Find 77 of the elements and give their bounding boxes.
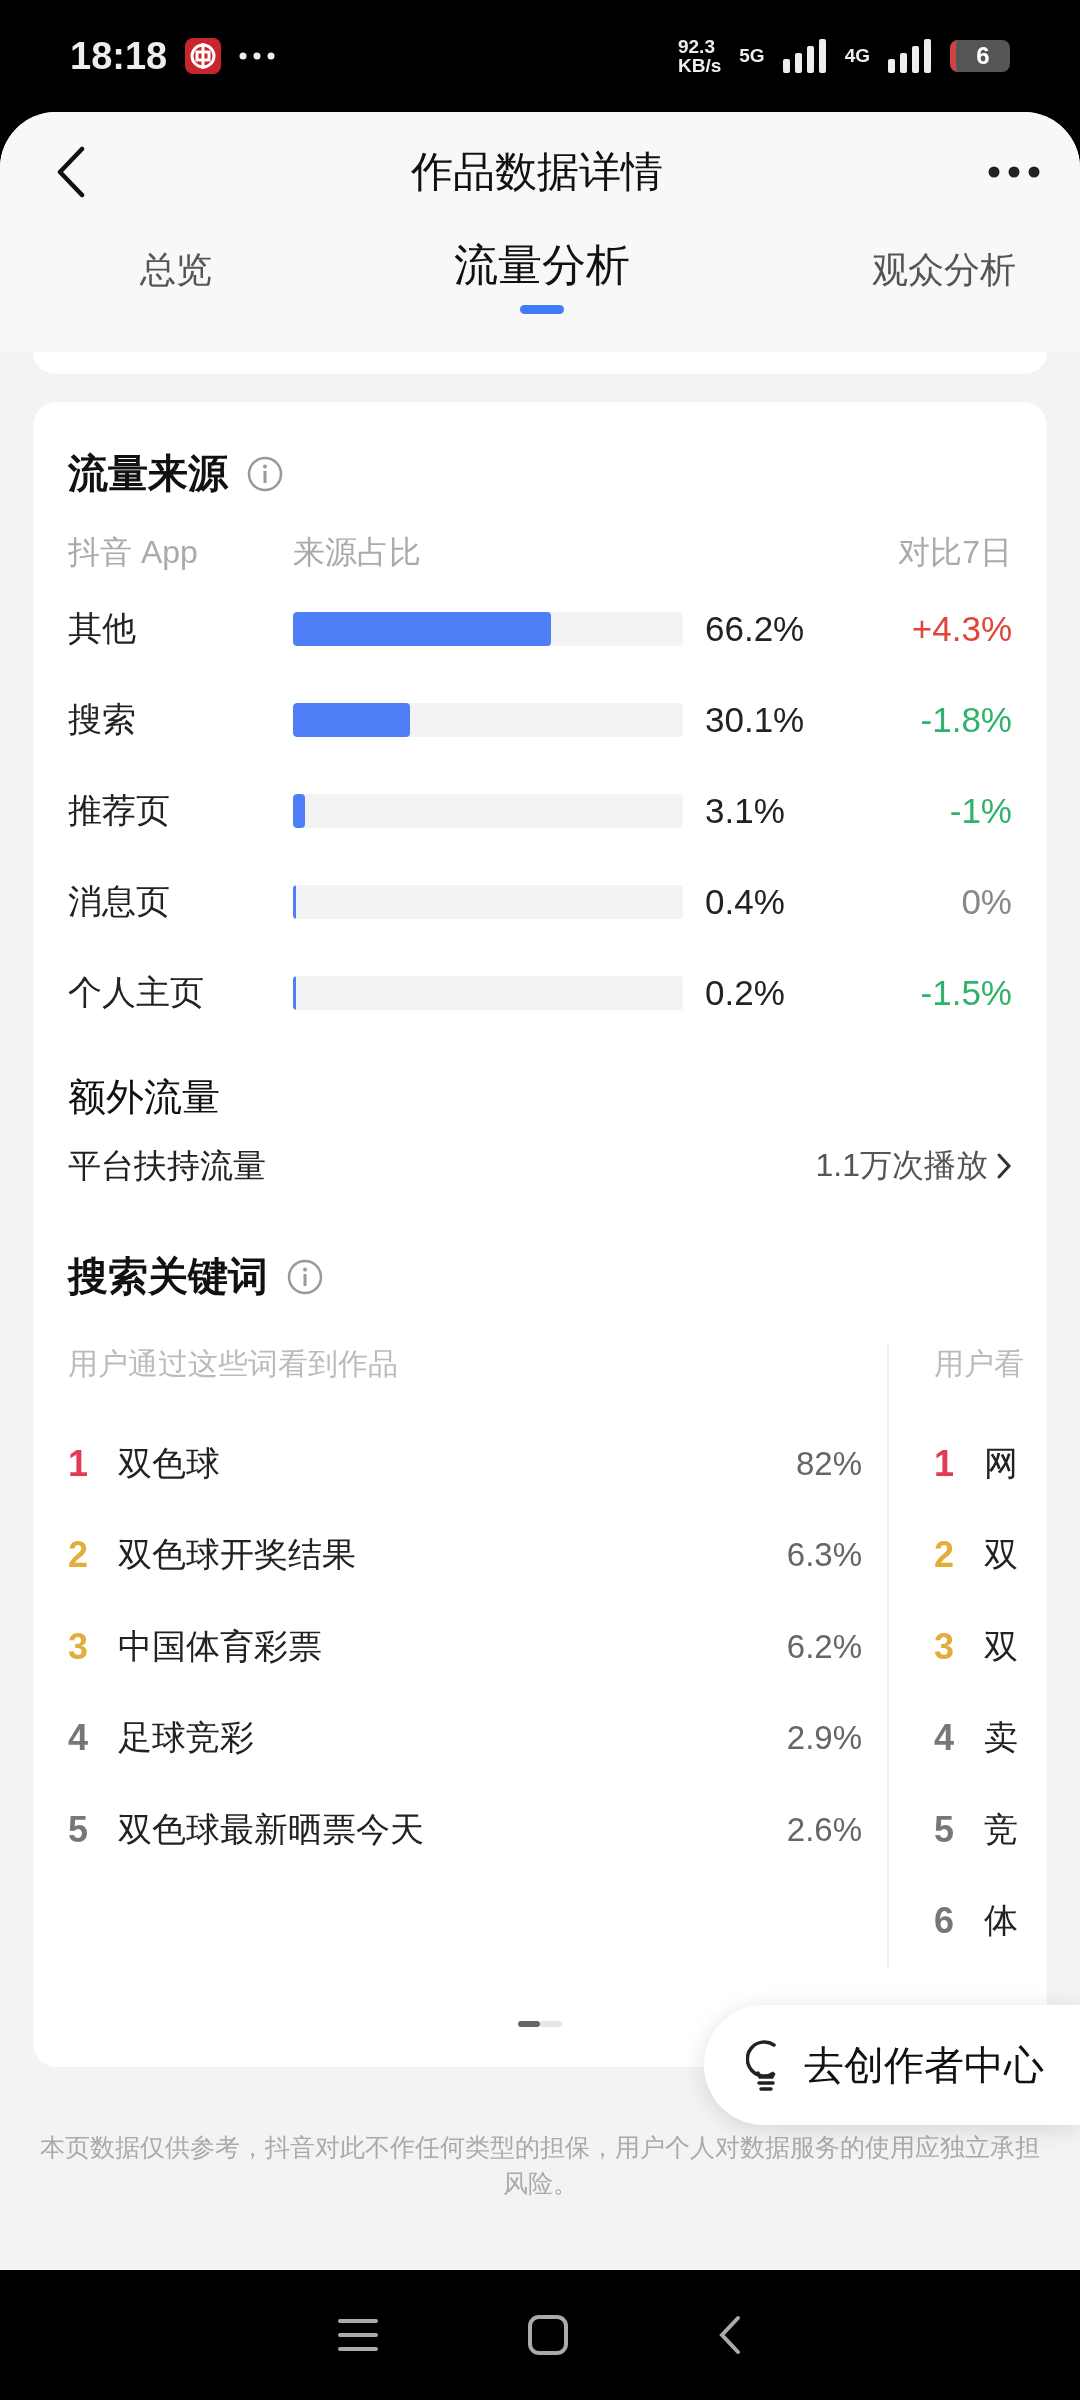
keyword-share: 2.9%: [786, 1719, 862, 1758]
keyword: 双色球开奖结果: [118, 1534, 357, 1576]
panel-heading: 用户看: [934, 1346, 1025, 1382]
source-name: 其他: [68, 607, 137, 649]
page-title: 作品数据详情: [411, 147, 663, 197]
change-value: -1.5%: [920, 972, 1012, 1013]
info-icon[interactable]: [246, 454, 284, 493]
signal-icon: [782, 39, 827, 73]
share-value: 0.4%: [705, 881, 786, 922]
tab-indicator: [520, 305, 564, 314]
network-type: 4G: [844, 45, 870, 67]
tab[interactable]: 总览: [140, 232, 212, 295]
keyword: 体: [984, 1900, 1019, 1942]
section-title: 额外流量: [68, 1075, 221, 1120]
chevron-icon: [996, 1152, 1012, 1180]
back-icon[interactable]: [718, 2315, 742, 2355]
change-value: -1%: [949, 790, 1012, 831]
share-value: 30.1%: [705, 699, 806, 740]
keyword: 中国体育彩票: [118, 1625, 323, 1667]
rank-number: 2: [934, 1534, 956, 1577]
network-speed: 92.3: [678, 37, 716, 56]
rank-number: 4: [68, 1717, 90, 1760]
keyword: 卖: [984, 1717, 1019, 1759]
bank-app-icon: [185, 38, 222, 74]
rank-number: 3: [68, 1625, 90, 1668]
column-header: 来源占比: [293, 533, 421, 572]
tab[interactable]: 观众分析: [872, 232, 1016, 295]
source-name: 推荐页: [68, 789, 171, 831]
rank-number: 6: [934, 1900, 956, 1943]
more-button[interactable]: [988, 166, 1040, 178]
change-value: 0%: [961, 881, 1012, 922]
source-name: 消息页: [68, 880, 171, 922]
extra-traffic-label: 平台扶持流量: [68, 1145, 266, 1186]
creator-center-button[interactable]: 去创作者中心: [704, 2005, 1080, 2125]
change-value: -1.8%: [920, 699, 1012, 740]
rank-number: 2: [68, 1534, 90, 1577]
keyword: 网: [984, 1442, 1019, 1484]
battery-icon: 6: [950, 40, 1010, 72]
tab[interactable]: 流量分析: [454, 222, 630, 314]
menu-icon[interactable]: [338, 2318, 378, 2352]
share-value: 3.1%: [705, 790, 786, 831]
source-name: 搜索: [68, 698, 137, 740]
keyword: 双: [984, 1534, 1019, 1576]
column-header: 抖音 App: [68, 533, 199, 572]
status-time: 18:18: [70, 34, 168, 78]
rank-number: 4: [934, 1717, 956, 1760]
rank-number: 1: [68, 1442, 90, 1485]
keyword: 双色球最新晒票今天: [118, 1808, 425, 1850]
keyword-share: 2.6%: [786, 1810, 862, 1849]
keyword-share: 6.2%: [786, 1627, 862, 1666]
keyword: 竞: [984, 1808, 1019, 1850]
panel-heading: 用户通过这些词看到作品: [68, 1346, 399, 1382]
extra-traffic-link[interactable]: 1.1万次播放: [815, 1144, 1012, 1188]
keyword-share: 6.3%: [786, 1536, 862, 1575]
keyword: 足球竞彩: [118, 1717, 255, 1759]
network-speed-unit: KB/s: [678, 56, 722, 75]
keyword: 双: [984, 1625, 1019, 1667]
network-type: 5G: [739, 45, 765, 67]
keyword: 双色球: [118, 1442, 221, 1484]
share-value: 66.2%: [705, 608, 806, 649]
rank-number: 5: [934, 1808, 956, 1851]
share-value: 0.2%: [705, 972, 786, 1013]
disclaimer-text: 本页数据仅供参考，抖音对此不作任何类型的担保，用户个人对数据服务的使用应独立承担风险。: [39, 2132, 1041, 2200]
home-icon[interactable]: [528, 2315, 568, 2355]
signal-icon: [888, 39, 932, 73]
section-title: 搜索关键词: [68, 1253, 268, 1300]
rank-number: 5: [68, 1808, 90, 1851]
back-button[interactable]: [56, 146, 86, 198]
keyword-share: 82%: [795, 1444, 862, 1483]
column-header: 对比7日: [898, 533, 1012, 572]
info-icon[interactable]: [286, 1257, 324, 1296]
rank-number: 3: [934, 1625, 956, 1668]
more-notifications-icon: [239, 52, 276, 60]
source-name: 个人主页: [68, 971, 205, 1013]
section-title: 流量来源: [68, 450, 228, 497]
change-value: +4.3%: [911, 608, 1012, 649]
rank-number: 1: [934, 1442, 956, 1485]
